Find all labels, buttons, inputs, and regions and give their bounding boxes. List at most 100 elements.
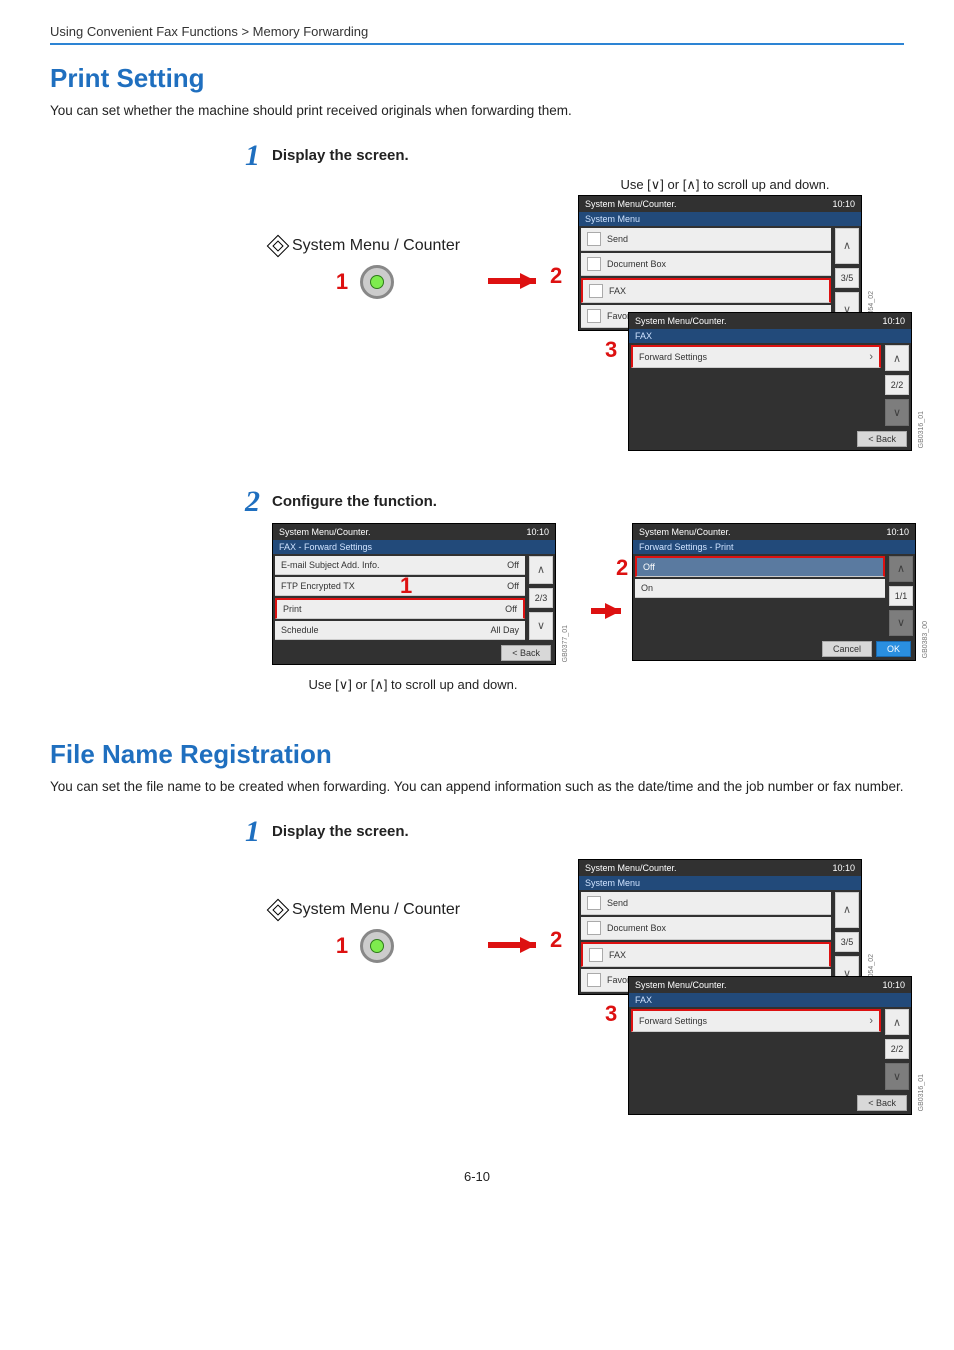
- scroll-down-button[interactable]: ∨: [885, 1063, 909, 1090]
- scroll-up-button[interactable]: ∧: [885, 1009, 909, 1036]
- screen-subtitle: FAX: [629, 329, 911, 343]
- chevron-right-icon: ›: [869, 1015, 873, 1027]
- system-menu-counter-label: System Menu / Counter: [270, 901, 460, 919]
- section-heading-file-name: File Name Registration: [50, 739, 904, 770]
- arrow-icon: [605, 603, 621, 619]
- list-item-label: FTP Encrypted TX: [281, 581, 355, 591]
- screen-code: GB0316_01: [918, 1074, 925, 1111]
- page-indicator: 3/5: [835, 932, 859, 952]
- ok-button[interactable]: OK: [876, 641, 911, 657]
- list-item[interactable]: FAX: [581, 942, 831, 967]
- chevron-right-icon: ›: [869, 351, 873, 363]
- screen-subtitle: System Menu: [579, 212, 861, 226]
- page-indicator: 2/3: [529, 588, 553, 608]
- section-intro-1: You can set whether the machine should p…: [50, 102, 904, 121]
- system-menu-text: System Menu / Counter: [292, 901, 460, 919]
- screen-time: 10:10: [832, 199, 855, 209]
- arrow-icon: [520, 937, 536, 953]
- back-button[interactable]: < Back: [857, 431, 907, 447]
- back-button[interactable]: < Back: [857, 1095, 907, 1111]
- diamond-icon: [267, 898, 290, 921]
- list-item-label: Print: [283, 604, 302, 614]
- screen-time: 10:10: [526, 527, 549, 537]
- marker-3: 3: [605, 1001, 617, 1027]
- page-indicator: 2/2: [885, 375, 909, 395]
- marker-1: 1: [336, 269, 348, 295]
- list-item[interactable]: PrintOff: [275, 598, 525, 619]
- list-item-label: Send: [607, 234, 628, 244]
- option-item[interactable]: On: [635, 579, 885, 598]
- list-item-label: Send: [607, 898, 628, 908]
- list-item-label: Schedule: [281, 625, 319, 635]
- system-menu-hard-button[interactable]: [360, 265, 394, 299]
- step1-title: Display the screen.: [272, 141, 409, 164]
- scroll-up-button[interactable]: ∧: [889, 556, 913, 582]
- list-item-label: Document Box: [607, 923, 666, 933]
- option-label: Off: [643, 562, 655, 572]
- list-item-label: Forward Settings: [639, 1016, 707, 1026]
- section-intro-2: You can set the file name to be created …: [50, 778, 904, 797]
- list-item[interactable]: Send: [581, 228, 831, 251]
- screen-title: System Menu/Counter.: [635, 980, 727, 990]
- screen-title: System Menu/Counter.: [585, 199, 677, 209]
- breadcrumb: Using Convenient Fax Functions > Memory …: [50, 24, 904, 39]
- scroll-up-button[interactable]: ∧: [529, 556, 553, 584]
- chevron-down-icon: ∨: [537, 619, 545, 632]
- list-item-value: Off: [507, 581, 519, 591]
- page-indicator: 2/2: [885, 1039, 909, 1059]
- list-item-value: All Day: [490, 625, 519, 635]
- list-item-label: FAX: [609, 286, 626, 296]
- menu-item-icon: [589, 284, 603, 298]
- list-item[interactable]: Send: [581, 892, 831, 915]
- screen-time: 10:10: [882, 316, 905, 326]
- scroll-down-button[interactable]: ∨: [529, 612, 553, 640]
- screen-title: System Menu/Counter.: [639, 527, 731, 537]
- step-number-1b: 1: [230, 817, 260, 847]
- option-item[interactable]: Off: [635, 556, 885, 577]
- scroll-up-button[interactable]: ∧: [885, 345, 909, 372]
- marker-2: 2: [550, 927, 562, 953]
- menu-item-icon: [589, 948, 603, 962]
- page-indicator: 3/5: [835, 268, 859, 288]
- screen-subtitle: System Menu: [579, 876, 861, 890]
- arrow-icon: [520, 273, 536, 289]
- chevron-down-icon: ∨: [893, 406, 901, 419]
- back-button[interactable]: < Back: [501, 645, 551, 661]
- menu-item-icon: [587, 973, 601, 987]
- system-menu-hard-button[interactable]: [360, 929, 394, 963]
- page-indicator: 1/1: [889, 586, 913, 606]
- chevron-up-icon: ∧: [537, 563, 545, 576]
- list-item[interactable]: Schedule All Day: [275, 621, 525, 640]
- list-item[interactable]: Document Box: [581, 917, 831, 940]
- scroll-up-button[interactable]: ∧: [835, 892, 859, 928]
- system-menu-counter-label: System Menu / Counter: [270, 237, 460, 255]
- screen-subtitle: FAX: [629, 993, 911, 1007]
- header-divider: [50, 43, 904, 45]
- scroll-up-button[interactable]: ∧: [835, 228, 859, 264]
- diamond-icon: [267, 235, 290, 258]
- scroll-hint: Use [∨] or [∧] to scroll up and down.: [272, 677, 554, 693]
- page-number: 6-10: [50, 1169, 904, 1184]
- scroll-down-button[interactable]: ∨: [885, 399, 909, 426]
- screen-subtitle: FAX - Forward Settings: [273, 540, 555, 554]
- list-item[interactable]: Document Box: [581, 253, 831, 276]
- chevron-up-icon: ∧: [843, 239, 851, 252]
- list-item-forward-settings[interactable]: Forward Settings ›: [631, 1009, 881, 1032]
- list-item[interactable]: FAX: [581, 278, 831, 303]
- chevron-down-icon: ∨: [893, 1070, 901, 1083]
- marker-3: 3: [605, 337, 617, 363]
- menu-item-icon: [587, 921, 601, 935]
- screen-time: 10:10: [832, 863, 855, 873]
- list-item-forward-settings[interactable]: Forward Settings ›: [631, 345, 881, 368]
- step-number-1: 1: [230, 141, 260, 171]
- chevron-up-icon: ∧: [897, 562, 905, 575]
- screen-code: GB0377_01: [562, 625, 569, 662]
- list-item-label: E-mail Subject Add. Info.: [281, 560, 380, 570]
- step1b-title: Display the screen.: [272, 817, 409, 840]
- scroll-down-button[interactable]: ∨: [889, 610, 913, 636]
- menu-item-icon: [587, 232, 601, 246]
- step-number-2: 2: [230, 487, 260, 517]
- cancel-button[interactable]: Cancel: [822, 641, 872, 657]
- screen-title: System Menu/Counter.: [585, 863, 677, 873]
- screen-title: System Menu/Counter.: [279, 527, 371, 537]
